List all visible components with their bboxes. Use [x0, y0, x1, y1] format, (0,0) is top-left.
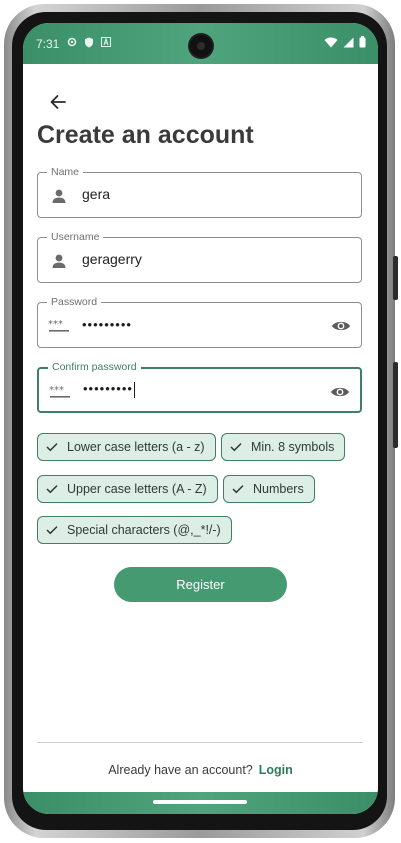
arrow-left-icon [50, 95, 66, 109]
footer-divider [37, 742, 363, 743]
confirm-password-field[interactable]: Confirm password *** ••••••••• [37, 360, 362, 413]
svg-text:***: *** [48, 319, 63, 330]
back-button[interactable] [43, 87, 73, 117]
a-icon [101, 37, 112, 48]
svg-text:***: *** [49, 385, 64, 396]
confirm-password-label: Confirm password [48, 360, 141, 374]
status-time: 7:31 [36, 37, 60, 51]
home-gesture-handle[interactable] [153, 800, 247, 804]
username-label: Username [47, 230, 104, 244]
navigation-bar [23, 792, 378, 814]
text-caret [133, 381, 136, 398]
battery-icon [359, 36, 366, 48]
requirement-chip-min-length: Min. 8 symbols [221, 433, 346, 461]
check-icon [46, 482, 60, 496]
show-password-button[interactable] [329, 315, 353, 337]
requirement-chip-numbers: Numbers [223, 475, 315, 503]
check-icon [230, 440, 244, 454]
username-input[interactable]: geragerry [82, 251, 142, 267]
front-camera [190, 35, 212, 57]
status-bar: 7:31 [23, 23, 378, 64]
register-button[interactable]: Register [114, 567, 287, 602]
name-label: Name [47, 165, 84, 179]
login-prompt-row: Already have an account? Login [23, 763, 378, 777]
wifi-icon [324, 37, 338, 47]
login-link[interactable]: Login [259, 763, 293, 777]
eye-icon [331, 387, 349, 397]
requirement-chip-special: Special characters (@,_*!/-) [37, 516, 232, 544]
password-icon: *** [49, 381, 71, 403]
confirm-password-text: ••••••••• [83, 381, 133, 396]
gear-icon [67, 37, 77, 47]
name-input[interactable]: gera [82, 186, 110, 202]
check-icon [46, 523, 60, 537]
password-label: Password [47, 295, 102, 309]
name-field[interactable]: Name gera [37, 165, 362, 218]
check-icon [46, 440, 60, 454]
eye-icon [332, 321, 350, 331]
requirement-label: Min. 8 symbols [251, 440, 335, 454]
show-confirm-password-button[interactable] [328, 381, 352, 403]
signal-icon [343, 37, 354, 47]
confirm-password-input[interactable]: ••••••••• [83, 381, 136, 398]
username-field[interactable]: Username geragerry [37, 230, 362, 283]
requirement-chip-uppercase: Upper case letters (A - Z) [37, 475, 218, 503]
requirement-label: Lower case letters (a - z) [67, 440, 205, 454]
password-icon: *** [48, 315, 70, 337]
check-icon [232, 482, 246, 496]
login-prompt-text: Already have an account? [108, 763, 253, 777]
shield-icon [85, 37, 94, 48]
volume-button [393, 256, 398, 300]
requirement-label: Special characters (@,_*!/-) [67, 523, 221, 537]
person-icon [48, 185, 70, 207]
password-input[interactable]: ••••••••• [82, 317, 132, 332]
password-field[interactable]: Password *** ••••••••• [37, 295, 362, 348]
requirement-label: Numbers [253, 482, 304, 496]
status-right-icons [324, 36, 366, 48]
page-title: Create an account [37, 121, 254, 149]
app-screen: 7:31 Create an account Name gera Usernam… [23, 23, 378, 814]
person-icon [48, 250, 70, 272]
status-left-icons [67, 36, 112, 48]
requirement-label: Upper case letters (A - Z) [67, 482, 207, 496]
requirement-chip-lowercase: Lower case letters (a - z) [37, 433, 216, 461]
power-button [393, 362, 398, 448]
